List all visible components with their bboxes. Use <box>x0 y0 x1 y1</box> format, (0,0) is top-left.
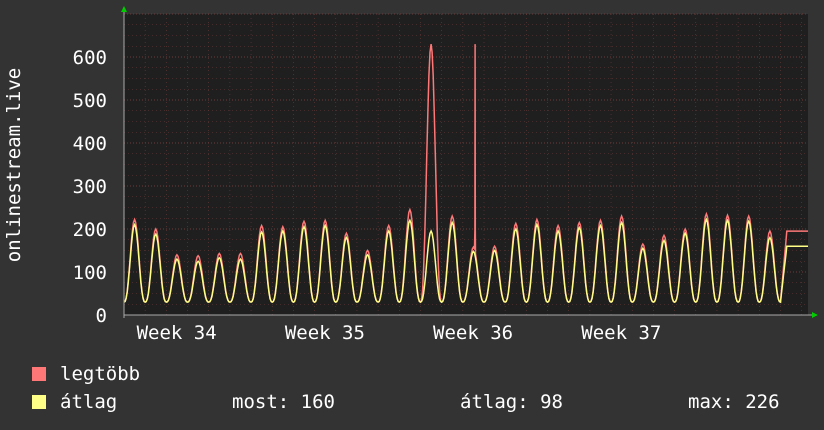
x-tick-labels: Week 34 Week 35 Week 36 Week 37 <box>137 322 662 344</box>
stat-current: most: 160 <box>232 391 335 413</box>
legend-max-label: legtöbb <box>60 363 141 385</box>
y-tick-label: 500 <box>73 90 107 112</box>
y-tick-label: 100 <box>73 262 107 284</box>
legend-avg-label: átlag <box>60 391 118 413</box>
y-tick-label: 600 <box>73 47 107 69</box>
stat-maximum: max: 226 <box>688 391 780 413</box>
y-tick-label: 200 <box>73 219 107 241</box>
x-tick-label: Week 34 <box>137 322 217 344</box>
y-tick-label: 300 <box>73 176 107 198</box>
plot-background <box>124 14 808 315</box>
y-tick-labels: 0 100 200 300 400 500 600 <box>73 47 107 327</box>
y-tick-label: 400 <box>73 133 107 155</box>
stat-average: átlag: 98 <box>460 391 563 413</box>
x-axis-arrow-icon <box>812 312 818 318</box>
x-tick-label: Week 37 <box>581 322 661 344</box>
legend-max-swatch <box>32 367 46 381</box>
x-tick-label: Week 36 <box>433 322 513 344</box>
legend-avg-swatch <box>32 395 46 409</box>
y-axis-label: onlinestream.live <box>3 68 25 262</box>
x-tick-label: Week 35 <box>285 322 365 344</box>
y-tick-label: 0 <box>96 305 107 327</box>
y-axis-arrow-icon <box>121 6 127 12</box>
